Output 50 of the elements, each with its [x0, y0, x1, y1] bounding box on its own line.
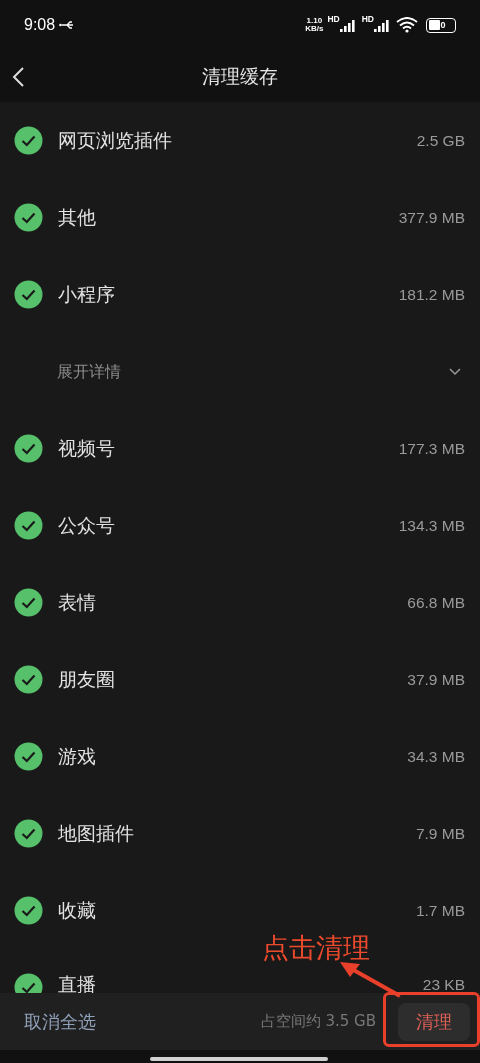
network-speed: 1.10 KB/s: [305, 17, 324, 33]
checked-icon[interactable]: [14, 588, 43, 617]
clean-button[interactable]: 清理: [398, 1002, 470, 1041]
item-size: 134.3 MB: [398, 515, 465, 536]
network-type-label: HD: [361, 16, 374, 22]
item-label: 视频号: [58, 436, 115, 462]
page-title: 清理缓存: [202, 63, 278, 89]
signal-icon: [339, 18, 358, 32]
item-size: 1.7 MB: [415, 900, 465, 921]
item-label: 收藏: [58, 898, 96, 924]
chevron-icon[interactable]: [449, 367, 461, 376]
checked-icon[interactable]: [14, 203, 43, 232]
network-type-label: HD: [327, 16, 340, 22]
item-label: 直播: [58, 973, 96, 995]
checked-icon[interactable]: [14, 511, 43, 540]
expand-details-label[interactable]: 展开详情: [57, 359, 121, 384]
item-size: 37.9 MB: [407, 669, 465, 690]
checked-icon[interactable]: [14, 280, 43, 309]
checked-icon[interactable]: [14, 434, 43, 463]
item-size: 377.9 MB: [398, 207, 465, 228]
back-icon: [12, 65, 26, 88]
wifi-icon: [396, 17, 418, 33]
item-label: 小程序: [58, 282, 115, 308]
item-size: 66.8 MB: [407, 592, 465, 613]
item-size: 34.3 MB: [407, 746, 465, 767]
signal-icon: [374, 18, 392, 32]
item-label: 公众号: [58, 513, 115, 539]
space-summary: 占空间约 3.5 GB: [260, 1011, 376, 1033]
checked-icon[interactable]: [14, 896, 43, 925]
item-label: 游戏: [58, 744, 96, 770]
deselect-all-button[interactable]: 取消全选: [24, 1008, 96, 1035]
checked-icon[interactable]: [14, 665, 43, 694]
checked-icon[interactable]: [14, 126, 43, 155]
annotation-label: 点击清理: [262, 931, 370, 965]
item-size: 181.2 MB: [398, 284, 465, 305]
item-size: 7.9 MB: [415, 823, 465, 844]
status-time: 9:08: [24, 15, 56, 35]
item-label: 表情: [58, 590, 96, 616]
item-label: 朋友圈: [58, 667, 115, 693]
battery-icon: 0: [426, 17, 456, 33]
item-size: 23 KB: [422, 976, 465, 994]
item-label: 地图插件: [58, 821, 134, 847]
checked-icon[interactable]: [14, 819, 43, 848]
item-size: 2.5 GB: [416, 130, 465, 151]
usb-icon: [59, 20, 76, 30]
item-size: 177.3 MB: [398, 438, 465, 459]
item-label: 网页浏览插件: [58, 128, 172, 154]
checked-icon[interactable]: [14, 742, 43, 771]
item-label: 其他: [58, 205, 96, 231]
annotation-arrow: [338, 960, 402, 998]
